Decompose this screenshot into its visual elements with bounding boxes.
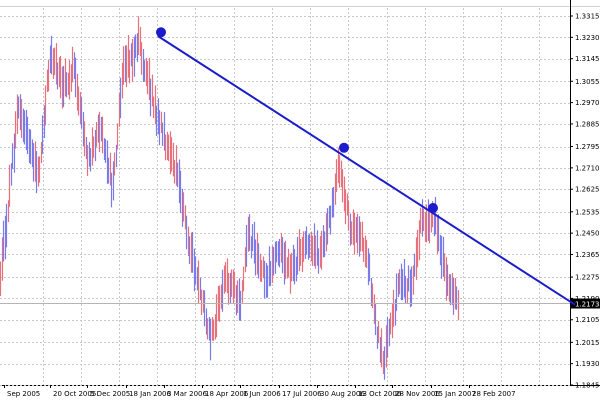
- y-tick-label: 1.2275: [575, 274, 600, 282]
- y-tick-label: 1.3145: [575, 55, 600, 63]
- price-axis: 1.3315 1.3230 1.3145 1.3055 1.2970 1.2885 1.27…: [570, 13, 600, 390]
- y-tick-label: 1.2710: [575, 164, 600, 172]
- y-tick-label: 1.1930: [575, 360, 600, 368]
- y-tick-label: 1.2535: [575, 208, 600, 216]
- x-tick-label: 1 Jun 2006: [243, 390, 281, 398]
- y-tick-label: 1.2450: [575, 230, 600, 238]
- y-tick-label: 1.2795: [575, 143, 600, 151]
- x-tick-label: Sep 2005: [7, 390, 40, 398]
- y-tick-label: 1.3315: [575, 13, 600, 21]
- y-tick-label: 1.3055: [575, 78, 600, 86]
- price-bars: [0, 16, 460, 380]
- pivot-marker[interactable]: [428, 203, 438, 213]
- y-tick-label: 1.2885: [575, 120, 600, 128]
- y-tick-label: 1.1845: [575, 382, 600, 390]
- y-tick-label: 1.2015: [575, 339, 600, 347]
- time-axis: Sep 2005 20 Oct 20055 Dec 200518 Jan 2006…: [4, 385, 516, 398]
- pivot-marker[interactable]: [339, 142, 349, 153]
- x-tick-label: 28 Feb 2007: [472, 390, 516, 398]
- y-tick-label: 1.2625: [575, 186, 600, 194]
- x-tick-label: 15 Jan 2007: [434, 390, 476, 398]
- y-tick-label: 1.2190: [575, 295, 600, 303]
- x-tick-label: 3 Mar 2006: [167, 390, 207, 398]
- y-tick-label: 1.2105: [575, 316, 600, 324]
- y-tick-label: 1.3230: [575, 34, 600, 42]
- y-tick-label: 1.2365: [575, 251, 600, 259]
- chart-canvas[interactable]: 1.2173 1.33151.32301.31451.30551.29701.2…: [0, 0, 600, 400]
- x-tick-label: 18 Jan 2006: [129, 390, 172, 398]
- forex-chart[interactable]: 1.2173 1.3315 1.3230 1.3145 1.3055 1.2970 1.2…: [0, 0, 600, 400]
- x-tick-label: 17 Jul 2006: [282, 390, 322, 398]
- grid-lines: [0, 8, 570, 386]
- y-tick-label: 1.2970: [575, 99, 600, 107]
- x-tick-label: 5 Dec 2005: [90, 390, 130, 398]
- pivot-marker[interactable]: [156, 27, 166, 38]
